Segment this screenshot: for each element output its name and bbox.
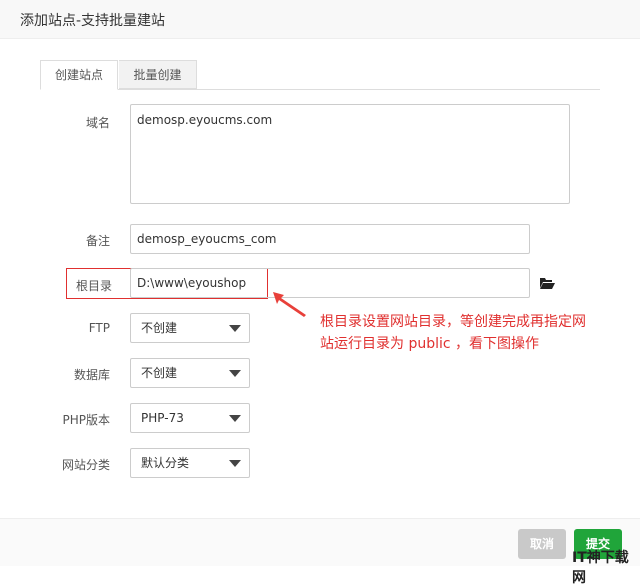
tab-batch-create[interactable]: 批量创建 (119, 60, 197, 89)
domain-textarea[interactable]: demosp.eyoucms.com (130, 104, 570, 204)
tab-divider (40, 89, 600, 90)
db-select[interactable]: 不创建 (130, 358, 250, 388)
php-label: PHP版本 (62, 413, 111, 427)
arrow-annotation-icon (273, 292, 306, 317)
annotation-line-1: 根目录设置网站目录，等创建完成再指定网 (320, 314, 586, 330)
ftp-label: FTP (88, 321, 110, 335)
chevron-down-icon (229, 325, 241, 332)
chevron-down-icon (229, 415, 241, 422)
root-dir-input[interactable]: D:\www\eyoushop (130, 268, 530, 298)
category-label: 网站分类 (61, 458, 110, 472)
annotation-line-2: 站运行目录为 public ，看下图操作 (320, 336, 540, 352)
dialog-title-bar: 添加站点-支持批量建站 (0, 0, 640, 39)
category-select[interactable]: 默认分类 (130, 448, 250, 478)
chevron-down-icon (229, 370, 241, 377)
tab-create-site[interactable]: 创建站点 (40, 60, 118, 90)
remark-label: 备注 (85, 234, 110, 248)
folder-open-icon[interactable] (540, 277, 555, 289)
root-label: 根目录 (75, 279, 112, 293)
ftp-select[interactable]: 不创建 (130, 313, 250, 343)
remark-input[interactable]: demosp_eyoucms_com (130, 224, 530, 254)
php-select[interactable]: PHP-73 (130, 403, 250, 433)
watermark: IT神下载网 (572, 550, 629, 586)
domain-label: 域名 (85, 116, 110, 130)
db-label: 数据库 (73, 368, 110, 382)
chevron-down-icon (229, 460, 241, 467)
cancel-button[interactable]: 取消 (518, 529, 566, 559)
dialog-title: 添加站点-支持批量建站 (20, 13, 166, 29)
